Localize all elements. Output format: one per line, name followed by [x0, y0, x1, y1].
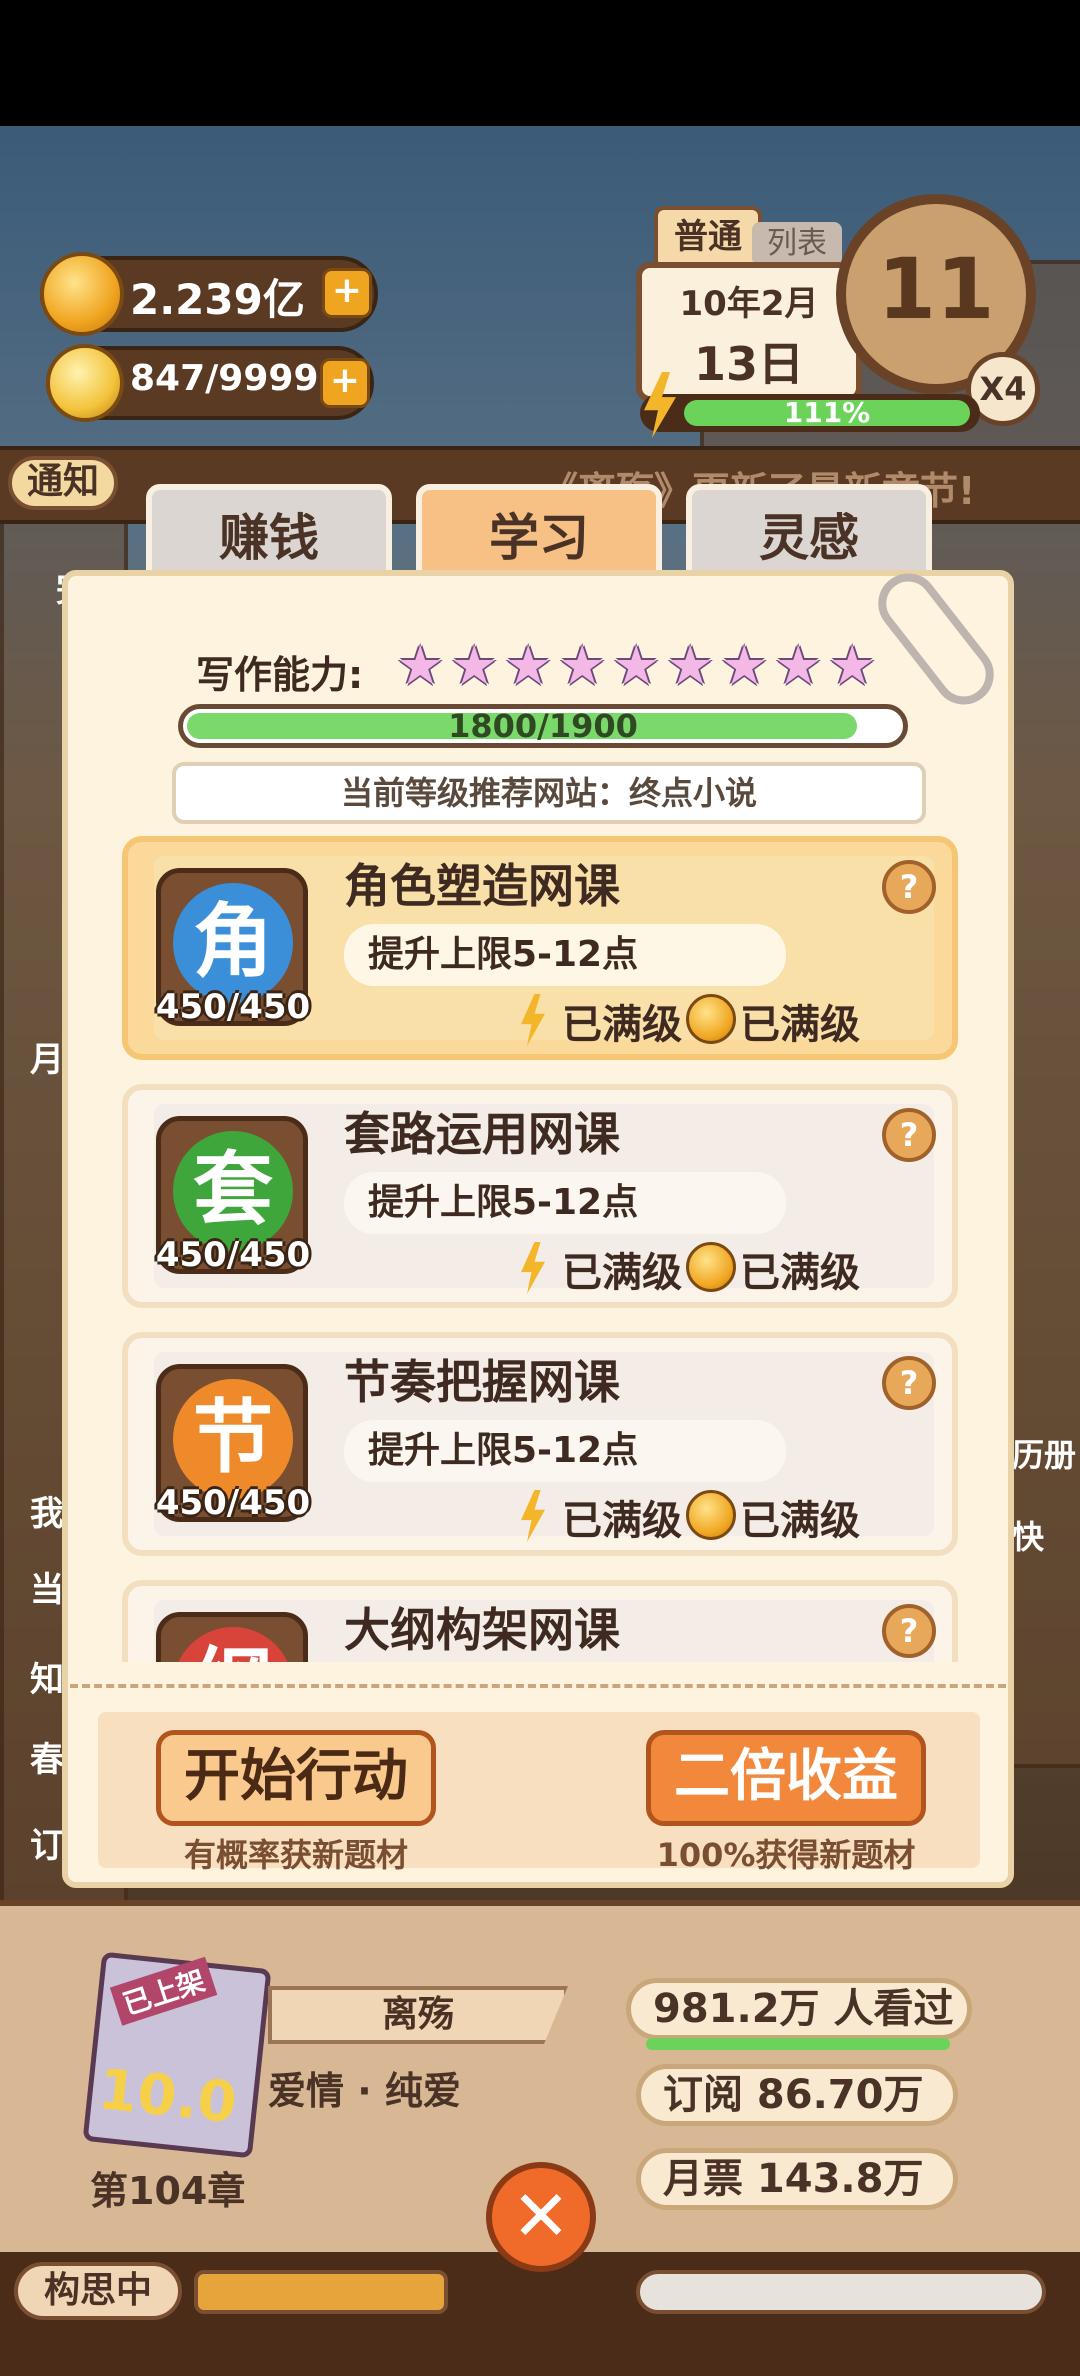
double-reward-button[interactable]: 二倍收益: [646, 1730, 926, 1826]
star-icon: ★: [450, 634, 499, 697]
coin-maxed-label: 已满级: [740, 1498, 860, 1544]
subscriptions-stat: 订阅 86.70万: [636, 2064, 958, 2126]
date-month: 10年2月: [679, 284, 819, 324]
course-title: 角色塑造网课: [344, 859, 620, 913]
course-title: 套路运用网课: [344, 1107, 620, 1161]
add-inspiration-button[interactable]: +: [320, 358, 370, 408]
course-title: 节奏把握网课: [344, 1355, 620, 1409]
ability-progress-bar: 1800/1900: [178, 704, 908, 748]
side-label: 订: [30, 1826, 64, 1866]
panel-divider: [70, 1684, 1006, 1688]
recommend-site: 当前等级推荐网站：终点小说: [172, 762, 926, 824]
mode-badge[interactable]: 普通: [654, 206, 762, 270]
coin-maxed-label: 已满级: [740, 1250, 860, 1296]
clock-value: 11: [877, 240, 995, 338]
mode-side-label[interactable]: 列表: [752, 222, 842, 266]
energy-maxed-label: 已满级: [562, 1498, 682, 1544]
start-action-sub: 有概率获新题材: [183, 1836, 408, 1874]
progress-bar-left: [194, 2270, 448, 2314]
coin-icon: [686, 1242, 736, 1292]
coin-icon: [686, 994, 736, 1044]
energy-percent: 111%: [783, 396, 871, 429]
character-course-icon: 角: [173, 883, 293, 1003]
course-desc: 提升上限5-12点: [344, 924, 786, 986]
book-genre: 爱情 · 纯爱: [268, 2069, 461, 2113]
status-label: 构思中: [14, 2262, 182, 2320]
close-icon[interactable]: ✕: [486, 2162, 596, 2272]
book-tag: 已上架: [109, 1956, 218, 2026]
trope-course-icon: 套: [173, 1131, 293, 1251]
gold-value: 2.239亿: [130, 275, 305, 324]
monthly-tickets-stat: 月票 143.8万: [636, 2148, 958, 2210]
course-count: 450/450: [155, 1483, 311, 1523]
notice-label: 通知: [8, 456, 118, 510]
double-reward-sub: 100%获得新题材: [656, 1836, 916, 1874]
lightbulb-icon: [46, 344, 124, 422]
course-icon-frame: 纲: [156, 1612, 308, 1662]
ability-progress-text: 1800/1900: [448, 707, 638, 745]
star-icon: ★: [720, 634, 769, 697]
course-card-outline[interactable]: 纲 大纲构架网课 ?: [122, 1580, 958, 1662]
energy-maxed-label: 已满级: [562, 1250, 682, 1296]
course-card-pacing[interactable]: 节 450/450 节奏把握网课 提升上限5-12点 ? 已满级 已满级: [122, 1332, 958, 1556]
views-stat: 981.2万 人看过: [626, 1978, 972, 2040]
book-cover[interactable]: 已上架 10.0: [82, 1951, 272, 2159]
course-count: 450/450: [155, 1235, 311, 1275]
help-icon[interactable]: ?: [882, 1356, 936, 1410]
energy-bar: 111%: [640, 394, 980, 432]
course-desc: 提升上限5-12点: [344, 1172, 786, 1234]
date-card: 10年2月 13日: [636, 262, 862, 402]
add-gold-button[interactable]: +: [322, 268, 372, 318]
course-desc: 提升上限5-12点: [344, 1420, 786, 1482]
inspiration-counter: 847/9999 +: [46, 344, 374, 422]
outline-course-icon: 纲: [173, 1627, 293, 1662]
coin-maxed-label: 已满级: [740, 1002, 860, 1048]
help-icon[interactable]: ?: [882, 860, 936, 914]
gold-counter: 2.239亿 +: [40, 252, 378, 336]
gold-coin-icon: [40, 252, 124, 336]
progress-bar-right: [636, 2270, 1046, 2314]
course-icon-frame: 节 450/450: [156, 1364, 310, 1523]
views-bar: [646, 2038, 950, 2050]
ability-label: 写作能力:: [196, 653, 364, 697]
star-icon: ★: [612, 634, 661, 697]
course-title: 大纲构架网课: [344, 1603, 620, 1657]
book-title: 离殇: [268, 1986, 568, 2044]
coin-icon: [686, 1490, 736, 1540]
star-icon: ★: [774, 634, 823, 697]
star-icon: ★: [558, 634, 607, 697]
course-list[interactable]: 角 450/450 角色塑造网课 提升上限5-12点 ? 已满级 已满级 套 4…: [0, 830, 1080, 1662]
course-card-trope[interactable]: 套 450/450 套路运用网课 提升上限5-12点 ? 已满级 已满级: [122, 1084, 958, 1308]
pacing-course-icon: 节: [173, 1379, 293, 1499]
book-chapter: 第104章: [90, 2169, 246, 2213]
inspiration-value: 847/9999: [130, 358, 319, 399]
star-icon: ★: [396, 634, 445, 697]
help-icon[interactable]: ?: [882, 1604, 936, 1658]
star-icon: ★: [504, 634, 553, 697]
date-day: 13日: [693, 337, 804, 391]
course-count: 450/450: [155, 987, 311, 1027]
course-icon-frame: 角 450/450: [156, 868, 310, 1027]
side-label: 春: [30, 1740, 64, 1780]
star-icon: ★: [828, 634, 877, 697]
course-icon-frame: 套 450/450: [156, 1116, 310, 1275]
help-icon[interactable]: ?: [882, 1108, 936, 1162]
book-score: 10.0: [95, 2057, 240, 2137]
course-card-character[interactable]: 角 450/450 角色塑造网课 提升上限5-12点 ? 已满级 已满级: [122, 836, 958, 1060]
energy-maxed-label: 已满级: [562, 1002, 682, 1048]
star-icon: ★: [666, 634, 715, 697]
ability-stars: ★ ★ ★ ★ ★ ★ ★ ★ ★: [396, 636, 886, 696]
start-action-button[interactable]: 开始行动: [156, 1730, 436, 1826]
